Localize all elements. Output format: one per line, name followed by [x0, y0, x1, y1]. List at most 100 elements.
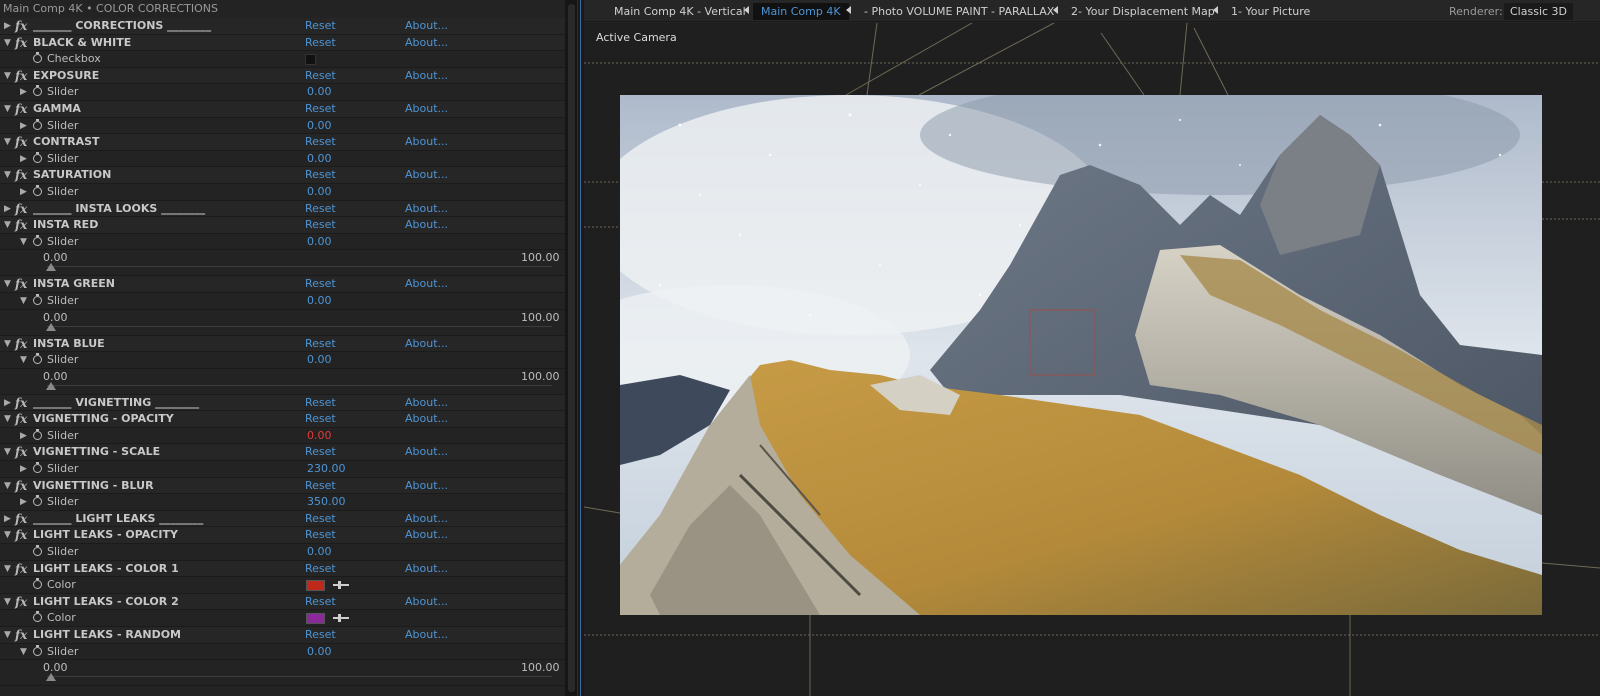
slider-track[interactable] [47, 266, 552, 268]
slider-value[interactable]: 0.00 [307, 544, 332, 560]
slider-property-row[interactable]: ▶ Slider 0.00 [0, 84, 565, 101]
slider-value[interactable]: 0.00 [307, 84, 332, 100]
scrollbar-thumb[interactable] [568, 4, 575, 692]
slider-value[interactable]: 0.00 [307, 234, 332, 250]
slider-thumb[interactable] [46, 673, 56, 682]
slider-track[interactable] [47, 384, 552, 386]
fx-icon[interactable]: fx [15, 201, 27, 217]
twirl-arrow-icon[interactable]: ▼ [4, 527, 11, 543]
twirl-arrow-icon[interactable]: ▼ [4, 411, 11, 427]
twirl-arrow-icon[interactable]: ▼ [4, 276, 11, 292]
twirl-arrow-icon[interactable]: ▶ [20, 84, 27, 100]
stopwatch-icon[interactable] [33, 151, 42, 163]
fx-icon[interactable]: fx [15, 395, 27, 411]
twirl-arrow-icon[interactable]: ▼ [4, 35, 11, 51]
slider-property-row[interactable]: ▶ Slider 230.00 [0, 461, 565, 478]
about-link[interactable]: About... [405, 167, 448, 183]
slider-value[interactable]: 0.00 [307, 293, 332, 309]
twirl-arrow-icon[interactable]: ▶ [20, 118, 27, 134]
reset-link[interactable]: Reset [305, 35, 336, 51]
twirl-arrow-icon[interactable]: ▶ [20, 151, 27, 167]
fx-icon[interactable]: fx [15, 167, 27, 183]
about-link[interactable]: About... [405, 68, 448, 84]
panel-scrollbar[interactable] [565, 0, 578, 696]
reset-link[interactable]: Reset [305, 411, 336, 427]
effect-row[interactable]: ▶ fx _______ CORRECTIONS ________ Reset Abou… [0, 18, 565, 35]
fx-icon[interactable]: fx [15, 411, 27, 427]
twirl-arrow-icon[interactable]: ▶ [4, 395, 11, 411]
about-link[interactable]: About... [405, 627, 448, 643]
twirl-arrow-icon[interactable]: ▼ [20, 352, 27, 368]
effect-row[interactable]: ▼ fx LIGHT LEAKS - COLOR 2 Reset About... [0, 593, 565, 611]
reset-link[interactable]: Reset [305, 395, 336, 411]
slider-thumb[interactable] [46, 381, 56, 390]
stopwatch-icon[interactable] [33, 611, 42, 623]
about-link[interactable]: About... [405, 527, 448, 543]
slider-range-row[interactable]: 0.00 100.00 [0, 660, 565, 687]
reset-link[interactable]: Reset [305, 594, 336, 610]
about-link[interactable]: About... [405, 134, 448, 150]
fx-icon[interactable]: fx [15, 101, 27, 117]
slider-value[interactable]: 0.00 [307, 184, 332, 200]
about-link[interactable]: About... [405, 217, 448, 233]
stopwatch-icon[interactable] [33, 495, 42, 507]
slider-value[interactable]: 350.00 [307, 494, 346, 510]
reset-link[interactable]: Reset [305, 511, 336, 527]
reset-link[interactable]: Reset [305, 478, 336, 494]
fx-icon[interactable]: fx [15, 68, 27, 84]
fx-icon[interactable]: fx [15, 527, 27, 543]
reset-link[interactable]: Reset [305, 134, 336, 150]
about-link[interactable]: About... [405, 276, 448, 292]
effect-row[interactable]: ▶ fx _______ INSTA LOOKS ________ Reset Abou… [0, 200, 565, 218]
fx-icon[interactable]: fx [15, 217, 27, 233]
fx-icon[interactable]: fx [15, 18, 27, 34]
twirl-arrow-icon[interactable]: ▼ [4, 478, 11, 494]
about-link[interactable]: About... [405, 395, 448, 411]
effect-row[interactable]: ▶ fx _______ LIGHT LEAKS ________ Reset Abou… [0, 510, 565, 528]
slider-track[interactable] [47, 676, 552, 678]
effect-row[interactable]: ▼ fx INSTA GREEN Reset About... [0, 276, 565, 293]
stopwatch-icon[interactable] [33, 52, 42, 64]
about-link[interactable]: About... [405, 201, 448, 217]
twirl-arrow-icon[interactable]: ▶ [4, 511, 11, 527]
twirl-arrow-icon[interactable]: ▶ [4, 18, 11, 34]
slider-value[interactable]: 0.00 [307, 118, 332, 134]
effect-row[interactable]: ▼ fx LIGHT LEAKS - COLOR 1 Reset About... [0, 560, 565, 578]
effect-row[interactable]: ▼ fx EXPOSURE Reset About... [0, 67, 565, 85]
effect-row[interactable]: ▼ fx BLACK & WHITE Reset About... [0, 34, 565, 52]
twirl-arrow-icon[interactable]: ▼ [20, 234, 27, 250]
tab-your-picture[interactable]: 1- Your Picture [1223, 3, 1318, 20]
effect-row[interactable]: ▼ fx SATURATION Reset About... [0, 167, 565, 184]
slider-property-row[interactable]: ▼ Slider 0.00 [0, 233, 565, 251]
twirl-arrow-icon[interactable]: ▼ [4, 167, 11, 183]
slider-track[interactable] [47, 325, 552, 327]
composition-canvas[interactable]: Active Camera [584, 23, 1600, 696]
effect-row[interactable]: ▼ fx LIGHT LEAKS - RANDOM Reset About... [0, 627, 565, 644]
checkbox-property-row[interactable]: Checkbox [0, 51, 565, 68]
about-link[interactable]: About... [405, 35, 448, 51]
reset-link[interactable]: Reset [305, 444, 336, 460]
slider-property-row[interactable]: ▶ Slider 0.00 [0, 150, 565, 168]
color-swatch[interactable] [306, 580, 325, 592]
slider-property-row[interactable]: ▼ Slider 0.00 [0, 352, 565, 369]
slider-thumb[interactable] [46, 263, 56, 272]
effect-row[interactable]: ▼ fx INSTA BLUE Reset About... [0, 335, 565, 353]
stopwatch-icon[interactable] [33, 578, 42, 590]
reset-link[interactable]: Reset [305, 68, 336, 84]
twirl-arrow-icon[interactable]: ▶ [20, 494, 27, 510]
slider-range-row[interactable]: 0.00 100.00 [0, 309, 565, 336]
stopwatch-icon[interactable] [33, 545, 42, 557]
stopwatch-icon[interactable] [33, 184, 42, 196]
slider-value[interactable]: 0.00 [307, 151, 332, 167]
stopwatch-icon[interactable] [33, 353, 42, 365]
effect-row[interactable]: ▼ fx CONTRAST Reset About... [0, 134, 565, 151]
reset-link[interactable]: Reset [305, 217, 336, 233]
twirl-arrow-icon[interactable]: ▼ [4, 217, 11, 233]
color-swatch[interactable] [306, 613, 325, 625]
effect-row[interactable]: ▼ fx VIGNETTING - SCALE Reset About... [0, 444, 565, 462]
reset-link[interactable]: Reset [305, 276, 336, 292]
twirl-arrow-icon[interactable]: ▼ [20, 644, 27, 660]
about-link[interactable]: About... [405, 18, 448, 34]
tab-displacement-map[interactable]: 2- Your Displacement Map [1063, 3, 1223, 20]
about-link[interactable]: About... [405, 411, 448, 427]
